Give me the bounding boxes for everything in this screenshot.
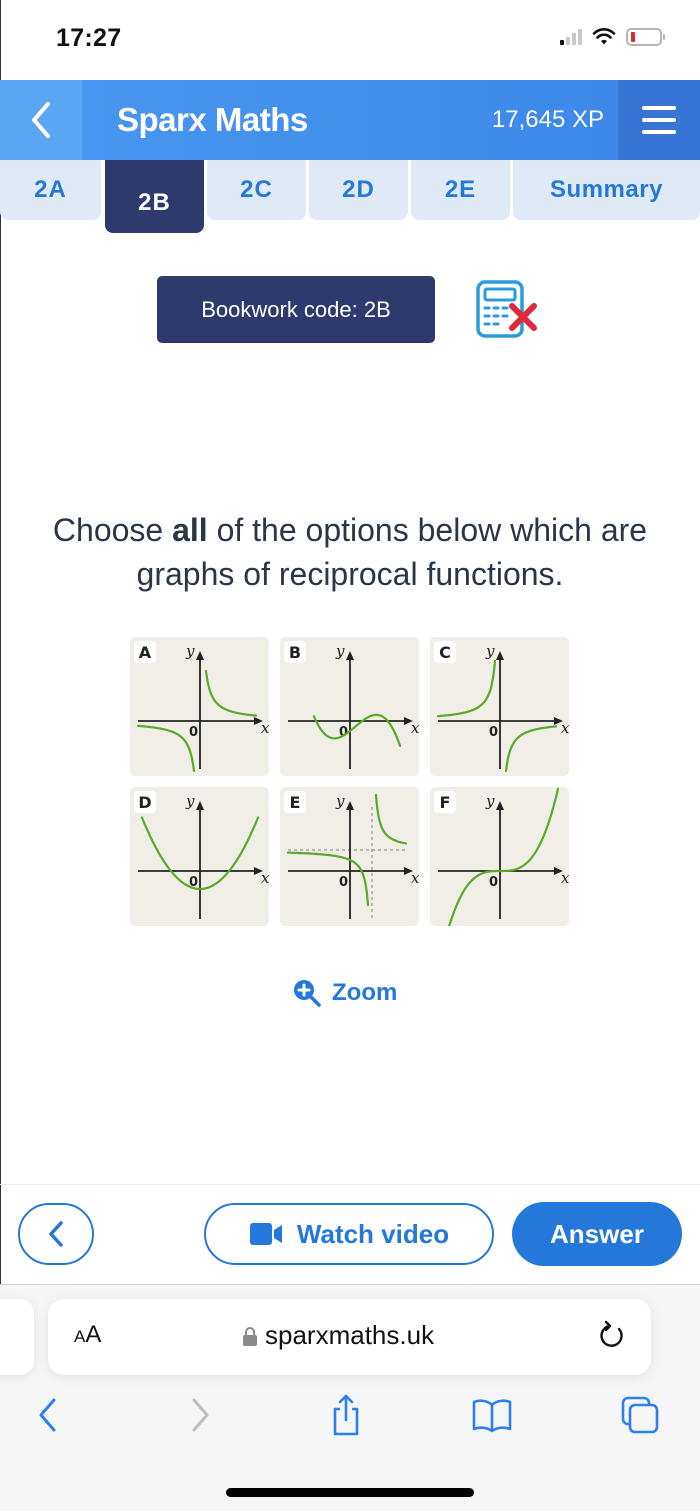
url-text: sparxmaths.uk [265,1320,435,1350]
graph-option-e[interactable]: x y 0 E [280,787,419,926]
y-axis-label: y [485,792,495,810]
tab-summary[interactable]: Summary [513,160,700,220]
x-axis-label: x [561,719,569,737]
url-display[interactable]: sparxmaths.uk [243,1320,434,1351]
question-prefix: Choose [52,512,173,548]
tab-2b[interactable]: 2B [105,160,204,233]
x-axis-label: x [561,869,569,887]
address-bar[interactable]: AA sparxmaths.uk [48,1299,651,1375]
y-axis-arrow [346,801,354,810]
curve [312,713,402,747]
browser-nav-row [0,1385,700,1445]
signal-icon [560,29,582,45]
bookmarks-button[interactable] [468,1385,516,1445]
tab-2a[interactable]: 2A [0,160,101,220]
graph-label: D [134,791,156,813]
tabs-button[interactable] [616,1385,664,1445]
share-icon [333,1394,359,1436]
question-emphasis: all [172,512,208,548]
zoom-button[interactable]: Zoom [292,978,397,1008]
zoom-label: Zoom [332,979,398,1006]
graph-label: B [284,641,306,663]
y-axis-label: y [335,792,345,810]
previous-button[interactable] [18,1203,94,1265]
share-button[interactable] [322,1385,370,1445]
tab-2e[interactable]: 2E [411,160,510,220]
back-icon [39,1398,56,1432]
home-indicator [226,1488,474,1497]
status-bar: 17:27 [0,0,700,80]
hamburger-menu-icon[interactable] [618,80,700,160]
task-tabs: 2A 2B 2C 2D 2E Summary [0,160,700,235]
text-size-button[interactable]: AA [74,1321,101,1349]
watch-video-button[interactable]: Watch video [204,1203,494,1265]
watch-video-label: Watch video [296,1218,450,1249]
question-text: Choose all of the options below which ar… [0,508,700,596]
wifi-icon [592,28,616,45]
forward-icon [192,1398,209,1432]
status-time: 17:27 [56,24,122,52]
zoom-in-icon [294,980,321,1007]
lock-icon [243,1326,257,1346]
bookmarks-icon [472,1399,512,1433]
origin-label: 0 [489,725,498,740]
action-divider [0,1184,700,1185]
chevron-left-icon [49,1221,63,1247]
status-icons [560,28,665,46]
browser-back-button[interactable] [24,1385,72,1445]
graph-label: F [434,791,456,813]
graph-option-f[interactable]: x y 0 F [430,787,569,926]
app-header: Sparx Maths 17,645 XP [0,80,700,160]
browser-forward-button[interactable] [176,1385,224,1445]
curve [374,793,408,845]
curve [286,851,370,907]
app-title: Sparx Maths [117,101,308,138]
curve [136,724,196,773]
graph-option-d[interactable]: xy0D [130,787,269,926]
curve [204,669,258,717]
graph-option-c[interactable]: x y 0 C [430,637,569,776]
question-suffix: of the options below which are graphs of… [136,512,648,592]
y-axis-label: y [185,642,195,660]
graph-option-a[interactable]: x y 0 A [130,637,269,776]
y-axis-arrow [196,801,204,810]
tabs-icon [621,1396,659,1434]
reload-icon[interactable] [595,1319,629,1353]
graph-option-b[interactable]: xy0B [280,637,419,776]
x-axis-label: x [261,869,269,887]
y-axis-arrow [496,651,504,660]
bookwork-code: Bookwork code: 2B [157,276,435,343]
header-back-button[interactable] [0,80,82,160]
calculator-not-allowed-icon [476,280,537,338]
x-axis-label: x [411,719,419,737]
xp-counter: 17,645 XP [491,106,604,133]
graph-label: C [434,641,456,663]
tab-2c[interactable]: 2C [207,160,306,220]
y-axis-label: y [335,642,345,660]
video-camera-icon [249,1223,282,1245]
curve [504,725,558,773]
browser-toolbar: AA sparxmaths.uk [0,1284,700,1511]
x-axis-label: x [411,869,419,887]
y-axis-label: y [185,792,195,810]
battery-low-icon [626,28,665,46]
origin-label: 0 [189,725,198,740]
answer-button[interactable]: Answer [512,1202,682,1266]
tab-2d[interactable]: 2D [309,160,408,220]
x-axis-label: x [261,719,269,737]
previous-tab-stub[interactable] [0,1299,34,1375]
chevron-left-icon [32,102,50,138]
y-axis-arrow [346,651,354,660]
curve [436,659,497,718]
origin-label: 0 [339,875,348,890]
graph-label: A [134,641,156,663]
graph-label: E [284,791,306,813]
origin-label: 0 [489,875,498,890]
y-axis-arrow [496,801,504,810]
y-axis-arrow [196,651,204,660]
y-axis-label: y [485,642,495,660]
